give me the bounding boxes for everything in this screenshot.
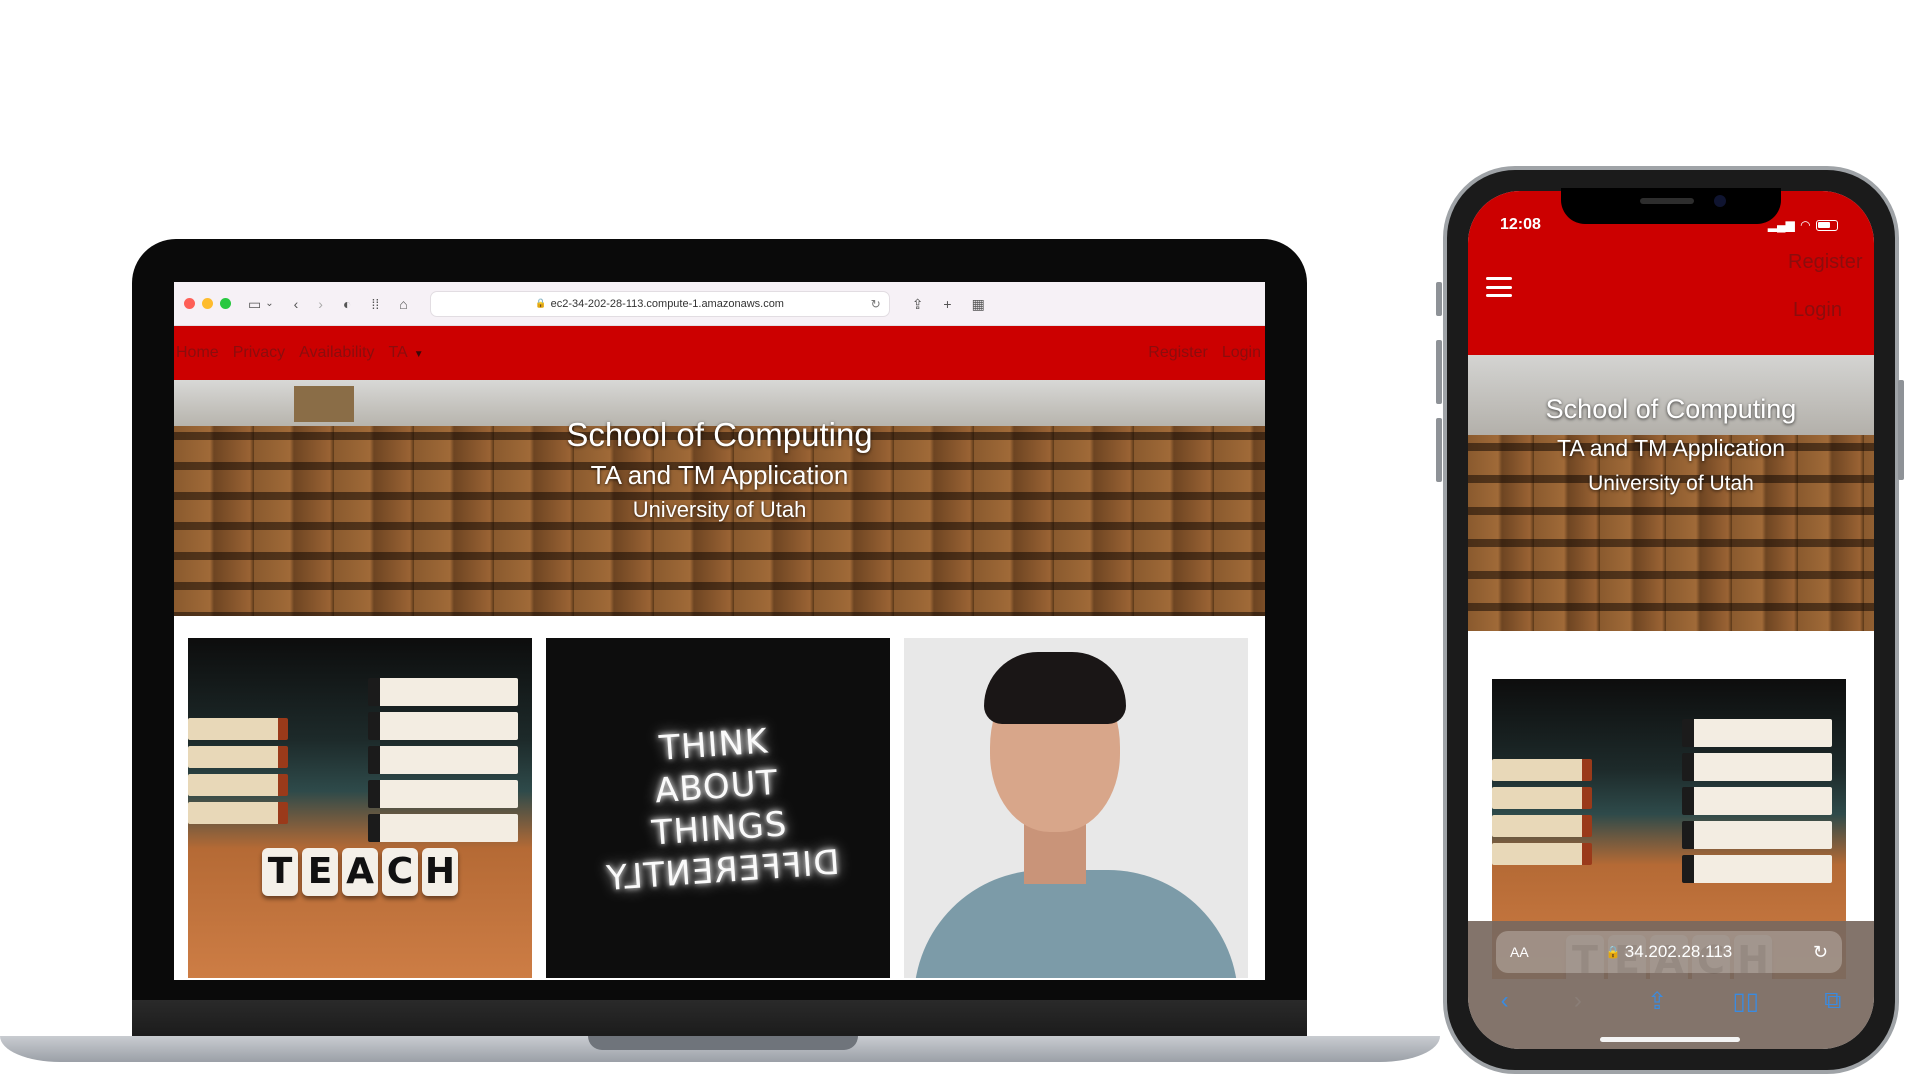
nav-register-link[interactable]: Register (1148, 344, 1208, 362)
address-bar-url: ec2-34-202-28-113.compute-1.amazonaws.co… (550, 297, 784, 310)
phone-screen: 12:08 ▂▄▆ ◠ Register Login School of Com… (1468, 191, 1874, 1049)
grid-icon[interactable]: ⁞⁞ (371, 297, 379, 311)
neon-sign-image: THINK ABOUT THINGS DIFFERENTLY (546, 638, 890, 978)
device-mockup-stage: ▭ ⌄ ‹ › ◐ ⁞⁞ ⌂ 🔒 ec2-34-202-28-113.compu… (0, 0, 1920, 1080)
tab-overview-icon[interactable]: ▦ (972, 297, 985, 311)
phone-hero-subtitle: TA and TM Application (1556, 435, 1785, 461)
new-tab-icon[interactable]: + (943, 297, 951, 311)
hamburger-menu-icon[interactable] (1486, 277, 1512, 297)
volume-down-button (1436, 418, 1442, 482)
bookmarks-icon[interactable]: ▯▯ (1733, 987, 1759, 1016)
phone-address-url: 34.202.28.113 (1624, 942, 1733, 961)
lock-icon: 🔒 (535, 298, 547, 308)
front-camera (1714, 195, 1726, 207)
close-window-button[interactable] (184, 298, 195, 309)
letter-block: T (262, 848, 298, 896)
shield-icon[interactable]: ◐ (343, 297, 351, 311)
phone-register-link[interactable]: Register (1788, 251, 1862, 274)
wifi-icon: ◠ (1800, 218, 1810, 232)
hero-subtitle: TA and TM Application (590, 460, 849, 490)
mute-switch (1436, 282, 1442, 316)
letter-block: A (342, 848, 378, 896)
forward-icon[interactable]: › (1574, 987, 1582, 1016)
laptop-hinge (132, 1000, 1307, 1040)
hero-banner: School of Computing TA and TM Applicatio… (174, 380, 1265, 616)
power-button (1898, 380, 1904, 480)
sidebar-icon[interactable]: ▭ (248, 297, 261, 311)
hero-org: University of Utah (632, 497, 807, 522)
home-indicator[interactable] (1600, 1037, 1740, 1042)
tabs-icon[interactable]: ⧉ (1824, 987, 1841, 1016)
text-size-button[interactable]: AA (1510, 944, 1529, 960)
laptop-screen: ▭ ⌄ ‹ › ◐ ⁞⁞ ⌂ 🔒 ec2-34-202-28-113.compu… (174, 282, 1265, 980)
phone-hero-banner: School of Computing TA and TM Applicatio… (1468, 355, 1874, 631)
nav-availability-link[interactable]: Availability (299, 344, 374, 362)
share-icon[interactable]: ⇪ (1647, 987, 1667, 1016)
nav-privacy-link[interactable]: Privacy (233, 344, 285, 362)
phone-login-link[interactable]: Login (1793, 299, 1842, 322)
speaker-grille (1640, 198, 1694, 204)
letter-block: H (422, 848, 458, 896)
teach-blocks-image: T E A C H (188, 638, 532, 978)
forward-icon[interactable]: › (318, 297, 323, 311)
phone-hero-title: School of Computing (1545, 394, 1797, 424)
share-icon[interactable]: ⇪ (912, 297, 924, 311)
minimize-window-button[interactable] (202, 298, 213, 309)
nav-ta-label: TA (388, 344, 408, 361)
browser-toolbar: ▭ ⌄ ‹ › ◐ ⁞⁞ ⌂ 🔒 ec2-34-202-28-113.compu… (174, 282, 1265, 326)
status-time: 12:08 (1500, 216, 1541, 233)
reload-icon[interactable]: ↻ (871, 297, 881, 311)
phone-address-bar[interactable]: AA 🔒 34.202.28.113 ↻ (1496, 931, 1842, 973)
laptop-notch (588, 1036, 858, 1050)
lock-icon: 🔒 (1605, 945, 1621, 959)
nav-ta-dropdown[interactable]: TA ▼ (388, 344, 423, 362)
letter-block: C (382, 848, 418, 896)
maximize-window-button[interactable] (220, 298, 231, 309)
reload-icon[interactable]: ↻ (1813, 942, 1828, 963)
chevron-down-icon[interactable]: ⌄ (265, 298, 273, 309)
back-icon[interactable]: ‹ (1501, 987, 1509, 1016)
battery-icon (1816, 219, 1838, 231)
signal-icon: ▂▄▆ (1767, 218, 1795, 232)
caret-down-icon: ▼ (413, 349, 424, 360)
safari-bottom-bar: AA 🔒 34.202.28.113 ↻ ‹ › ⇪ ▯▯ ⧉ (1468, 921, 1874, 1049)
back-icon[interactable]: ‹ (294, 297, 299, 311)
volume-up-button (1436, 340, 1442, 404)
home-icon[interactable]: ⌂ (399, 297, 407, 311)
portrait-photo (904, 638, 1248, 978)
site-navbar: Home Privacy Availability TA ▼ Register L… (174, 326, 1265, 380)
nav-login-link[interactable]: Login (1222, 344, 1261, 362)
phone-hero-org: University of Utah (1588, 472, 1754, 495)
address-bar[interactable]: 🔒 ec2-34-202-28-113.compute-1.amazonaws.… (429, 290, 890, 317)
image-cards: T E A C H THINK ABOUT THINGS DIFFERENTLY (174, 616, 1265, 978)
phone-notch (1561, 188, 1781, 224)
phone-navbar: Register Login (1468, 251, 1874, 355)
nav-home-link[interactable]: Home (176, 344, 219, 362)
hero-title: School of Computing (566, 416, 873, 453)
letter-block: E (302, 848, 338, 896)
